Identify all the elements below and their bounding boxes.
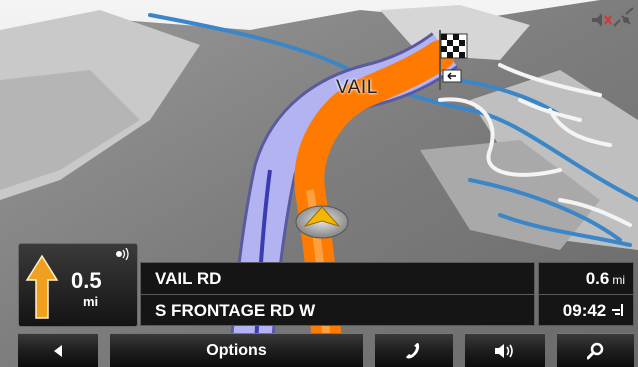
options-button[interactable]: Options <box>110 333 363 367</box>
current-street: VAIL RD <box>141 263 534 295</box>
remaining-distance-unit: mi <box>612 273 625 287</box>
arrival-time: 09:42 <box>562 301 607 320</box>
back-arrow-icon <box>54 344 62 357</box>
volume-icon <box>495 343 513 358</box>
maneuver-distance: 0.5 <box>71 268 102 293</box>
trip-info-panel[interactable]: 0.6 mi 09:42 <box>538 262 634 326</box>
street-panel: VAIL RD S FRONTAGE RD W <box>140 262 535 326</box>
search-icon <box>586 342 603 359</box>
arrival-time-row: 09:42 <box>539 295 633 326</box>
next-street: S FRONTAGE RD W <box>155 301 316 320</box>
volume-button[interactable] <box>465 333 545 367</box>
next-maneuver-panel[interactable]: 0.5 mi <box>18 243 138 327</box>
back-button[interactable] <box>18 333 98 367</box>
search-button[interactable] <box>557 333 634 367</box>
map-place-label: VAIL <box>336 77 378 98</box>
finish-flag-icon <box>612 304 623 316</box>
remaining-distance-value: 0.6 <box>585 269 610 288</box>
voice-guidance-icon <box>116 248 129 260</box>
options-label: Options <box>206 341 267 359</box>
arrow-straight-icon <box>25 254 59 319</box>
phone-icon <box>406 342 420 358</box>
maneuver-distance-unit: mi <box>83 294 99 309</box>
phone-button[interactable] <box>375 333 453 367</box>
remaining-distance: 0.6 mi <box>539 263 633 295</box>
